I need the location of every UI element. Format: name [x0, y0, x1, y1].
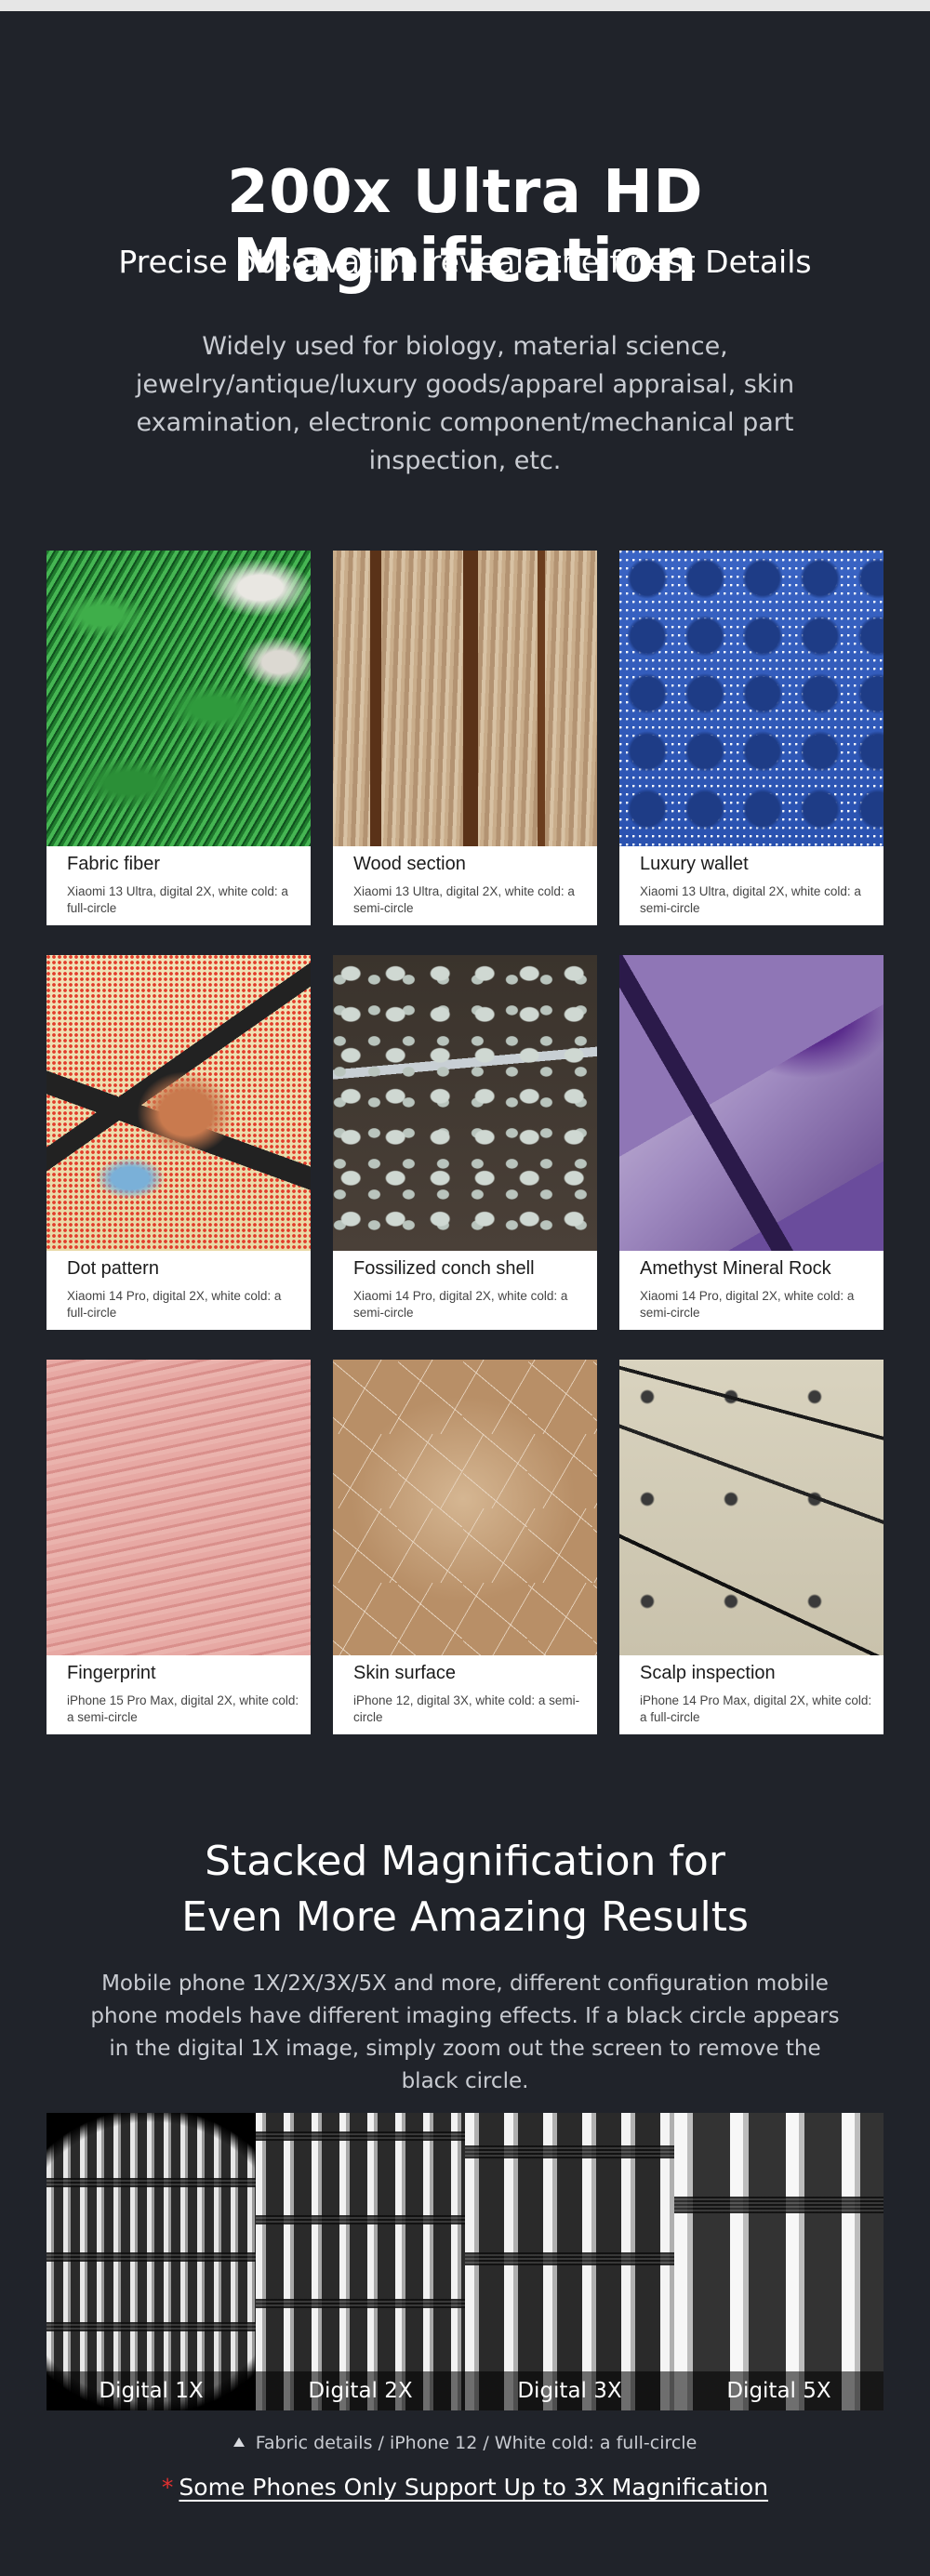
sample-meta: Xiaomi 13 Ultra, digital 2X, white cold:…: [640, 884, 861, 915]
sample-name: Luxury wallet: [640, 854, 749, 874]
caption-text: Fabric details / iPhone 12 / White cold:…: [255, 2433, 698, 2453]
sample-card-amethyst: Amethyst Mineral Rock Xiaomi 14 Pro, dig…: [619, 955, 884, 1330]
sample-card-wood: Wood section Xiaomi 13 Ultra, digital 2X…: [333, 551, 597, 925]
sample-name: Fingerprint: [67, 1663, 156, 1683]
sample-card-shell: Fossilized conch shell Xiaomi 14 Pro, di…: [333, 955, 597, 1330]
triangle-up-icon: [232, 2437, 245, 2447]
sample-card-fabric: Fabric fiber Xiaomi 13 Ultra, digital 2X…: [46, 551, 311, 925]
panel-label: Digital 5X: [726, 2379, 831, 2403]
page-description: Widely used for biology, material scienc…: [135, 332, 795, 475]
sample-name: Wood section: [353, 854, 466, 874]
magnification-comparison: Digital 1X Digital 2X Digital 3X Digital…: [46, 2113, 884, 2410]
sample-card-scalp: Scalp inspection iPhone 14 Pro Max, digi…: [619, 1360, 884, 1734]
fingerprint-image: [46, 1360, 311, 1655]
panel-digital-3x: Digital 3X: [465, 2113, 674, 2410]
panel-digital-1x: Digital 1X: [46, 2113, 256, 2410]
magnification-note: * Some Phones Only Support Up to 3X Magni…: [0, 2474, 930, 2501]
stacked-title-line2: Even More Amazing Results: [181, 1893, 749, 1941]
skin-surface-image: [333, 1360, 597, 1655]
stacked-title: Stacked Magnification for Even More Amaz…: [0, 1834, 930, 1945]
panel-digital-2x: Digital 2X: [256, 2113, 465, 2410]
comparison-caption: Fabric details / iPhone 12 / White cold:…: [0, 2433, 930, 2453]
panel-digital-5x: Digital 5X: [674, 2113, 884, 2410]
sample-name: Fabric fiber: [67, 854, 161, 874]
sample-name: Dot pattern: [67, 1258, 159, 1279]
sample-name: Fossilized conch shell: [353, 1258, 535, 1279]
note-text: Some Phones Only Support Up to 3X Magnif…: [179, 2474, 769, 2501]
top-bar: [0, 0, 930, 11]
sample-name: Scalp inspection: [640, 1663, 776, 1683]
stacked-description: Mobile phone 1X/2X/3X/5X and more, diffe…: [90, 1972, 840, 2093]
panel-label: Digital 2X: [308, 2379, 413, 2403]
wood-section-image: [333, 551, 597, 846]
page-subtitle: Precise observation reveals the finest D…: [118, 244, 812, 280]
sample-meta: Xiaomi 14 Pro, digital 2X, white cold: a…: [67, 1289, 282, 1320]
sample-meta: Xiaomi 13 Ultra, digital 2X, white cold:…: [353, 884, 575, 915]
stacked-title-line1: Stacked Magnification for: [205, 1838, 725, 1885]
sample-card-wallet: Luxury wallet Xiaomi 13 Ultra, digital 2…: [619, 551, 884, 925]
dot-pattern-image: [46, 955, 311, 1251]
sample-meta: Xiaomi 14 Pro, digital 2X, white cold: a…: [353, 1289, 568, 1320]
sample-meta: Xiaomi 14 Pro, digital 2X, white cold: a…: [640, 1289, 855, 1320]
asterisk-marker: *: [161, 2474, 174, 2501]
panel-label: Digital 1X: [99, 2379, 204, 2403]
sample-name: Amethyst Mineral Rock: [640, 1258, 831, 1279]
fossilized-shell-image: [333, 955, 597, 1251]
sample-meta: iPhone 12, digital 3X, white cold: a sem…: [353, 1693, 580, 1724]
scalp-inspection-image: [619, 1360, 884, 1655]
sample-card-skin: Skin surface iPhone 12, digital 3X, whit…: [333, 1360, 597, 1734]
panel-label: Digital 3X: [517, 2379, 622, 2403]
sample-meta: iPhone 14 Pro Max, digital 2X, white col…: [640, 1693, 872, 1724]
luxury-wallet-image: [619, 551, 884, 846]
sample-card-dots: Dot pattern Xiaomi 14 Pro, digital 2X, w…: [46, 955, 311, 1330]
fabric-fiber-image: [46, 551, 311, 846]
amethyst-rock-image: [619, 955, 884, 1251]
sample-meta: iPhone 15 Pro Max, digital 2X, white col…: [67, 1693, 299, 1724]
sample-name: Skin surface: [353, 1663, 457, 1683]
sample-card-fingerprint: Fingerprint iPhone 15 Pro Max, digital 2…: [46, 1360, 311, 1734]
sample-meta: Xiaomi 13 Ultra, digital 2X, white cold:…: [67, 884, 288, 915]
